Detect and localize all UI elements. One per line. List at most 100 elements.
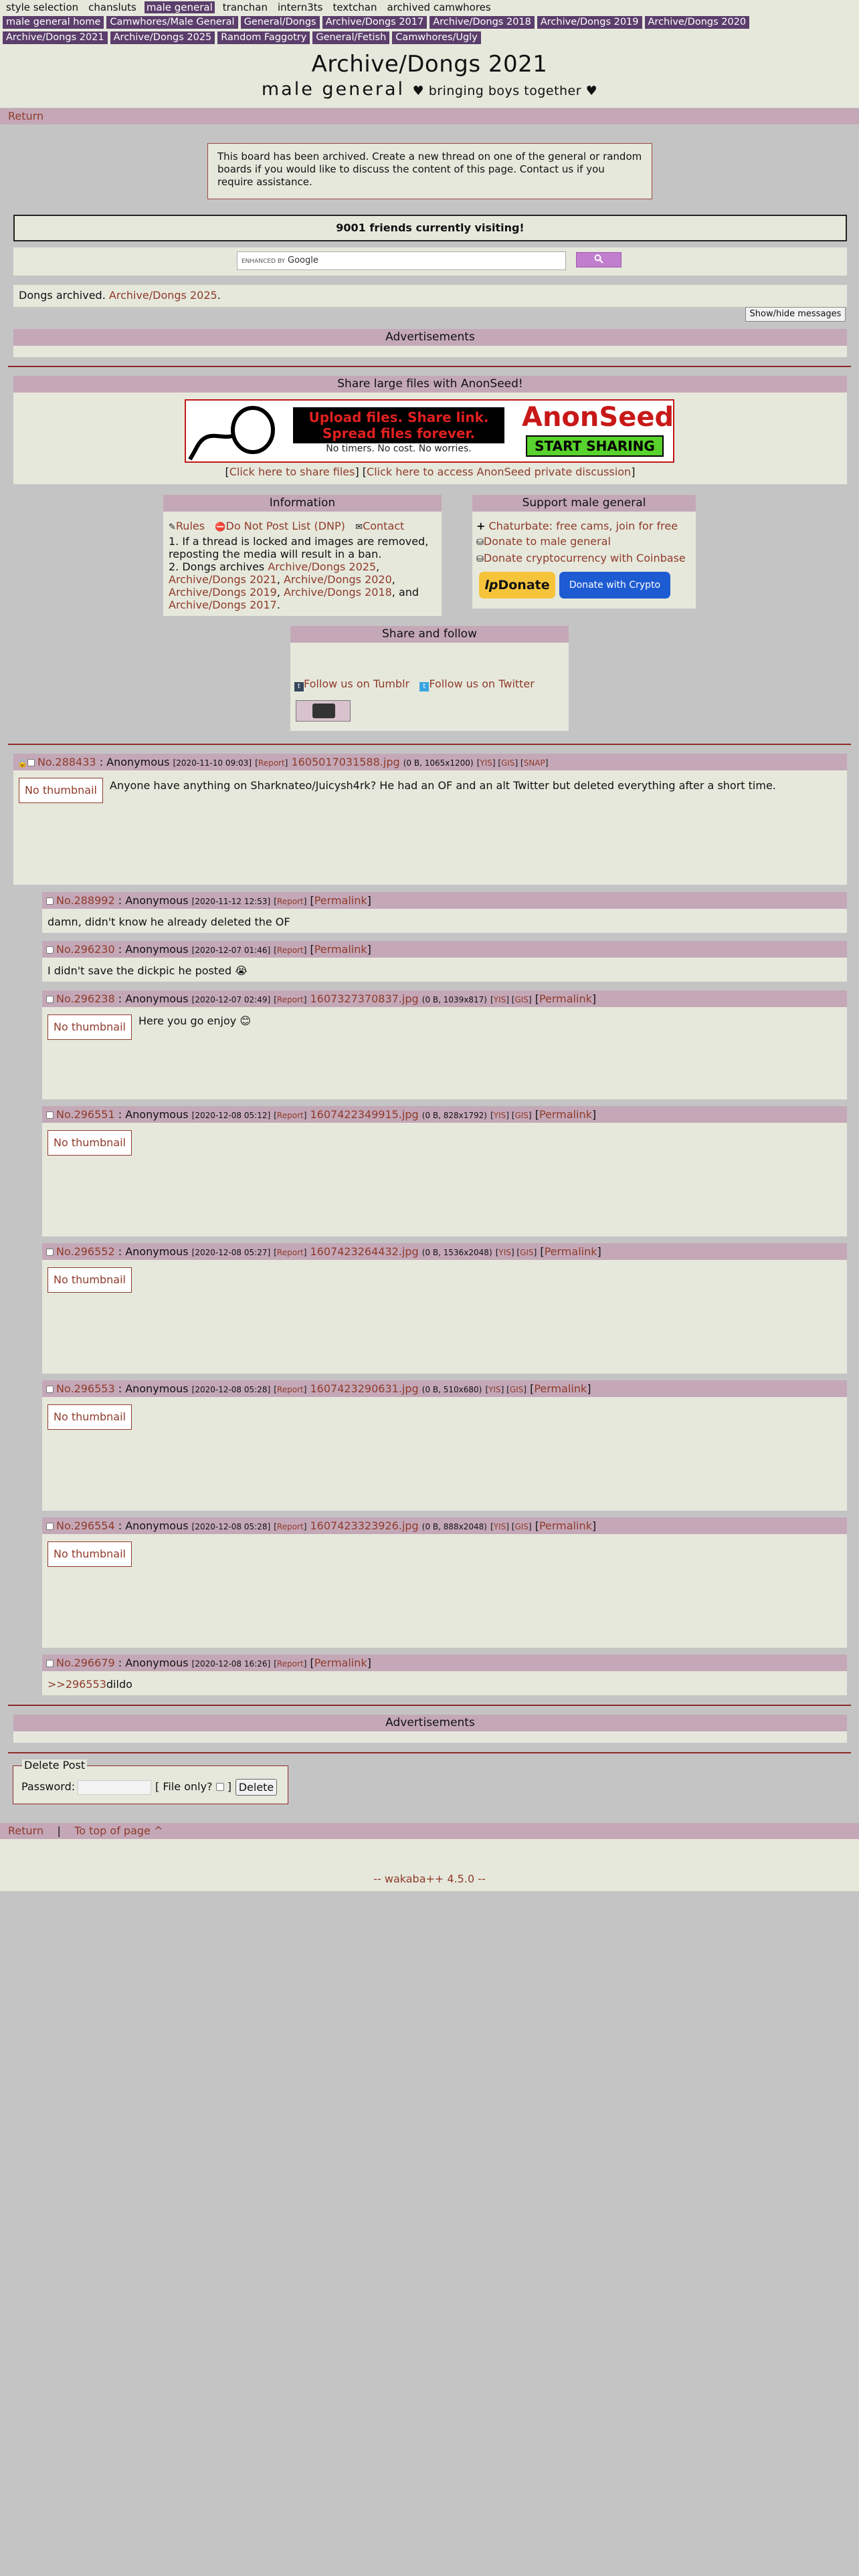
reply-permalink[interactable]: Permalink [539, 992, 592, 1005]
nav-archive-2020[interactable]: Archive/Dongs 2020 [644, 16, 750, 29]
reply-post-number[interactable]: No.296552 [56, 1245, 115, 1258]
archive-link-2025[interactable]: Archive/Dongs 2025 [268, 560, 376, 573]
nav-intern3ts[interactable]: intern3ts [276, 1, 324, 13]
anonseed-banner[interactable]: Upload files. Share link. Spread files f… [185, 399, 674, 463]
reply-checkbox[interactable] [46, 897, 54, 905]
reply-report-link[interactable]: Report [277, 1659, 304, 1669]
share-files-link[interactable]: Click here to share files [229, 465, 355, 478]
reply-checkbox[interactable] [46, 1523, 54, 1530]
share-badge-image[interactable] [296, 700, 351, 722]
twitter-link[interactable]: Follow us on Twitter [429, 677, 534, 690]
op-report-link[interactable]: Report [258, 758, 285, 768]
reply-yis-link[interactable]: YIS [494, 995, 506, 1004]
nav-general-dongs[interactable]: General/Dongs [240, 16, 320, 29]
reply-file-link[interactable]: 1607423264432.jpg [310, 1245, 418, 1258]
op-no-thumbnail[interactable]: No thumbnail [19, 778, 103, 803]
nav-male-general-home[interactable]: male general home [3, 16, 104, 29]
search-input[interactable]: ENHANCED BY Google [237, 251, 566, 270]
op-checkbox[interactable] [27, 759, 35, 766]
op-snap-link[interactable]: SNAP [524, 758, 545, 768]
reply-post-number[interactable]: No.288992 [56, 894, 115, 907]
nav-camwhores-ugly[interactable]: Camwhores/Ugly [392, 31, 481, 44]
reply-report-link[interactable]: Report [277, 1111, 304, 1120]
reply-permalink[interactable]: Permalink [539, 1519, 592, 1532]
donate-crypto-button[interactable]: Donate with Crypto [559, 572, 670, 599]
nav-archive-2021[interactable]: Archive/Dongs 2021 [3, 31, 108, 44]
reply-report-link[interactable]: Report [277, 995, 304, 1004]
nav-textchan[interactable]: textchan [330, 1, 379, 13]
nav-male-general[interactable]: male general [144, 1, 215, 13]
footer-return-link[interactable]: Return [8, 1824, 43, 1837]
nav-archive-2019[interactable]: Archive/Dongs 2019 [537, 16, 642, 29]
tumblr-link[interactable]: Follow us on Tumblr [304, 677, 409, 690]
nav-random-faggotry[interactable]: Random Faggotry [217, 31, 310, 44]
reply-permalink[interactable]: Permalink [314, 1656, 367, 1669]
password-input[interactable] [78, 1780, 151, 1795]
op-yis-link[interactable]: YIS [480, 758, 492, 768]
chaturbate-link[interactable]: Chaturbate: free cams, join for free [489, 520, 678, 532]
reply-checkbox[interactable] [46, 996, 54, 1003]
archive-link-2018[interactable]: Archive/Dongs 2018 [284, 586, 392, 599]
reply-gis-link[interactable]: GIS [520, 1248, 533, 1257]
reply-report-link[interactable]: Report [277, 897, 304, 906]
reply-permalink[interactable]: Permalink [545, 1245, 597, 1258]
op-post-number[interactable]: No.288433 [37, 756, 96, 768]
dnp-link[interactable]: Do Not Post List (DNP) [226, 520, 345, 532]
reply-gis-link[interactable]: GIS [510, 1385, 523, 1394]
reply-permalink[interactable]: Permalink [534, 1382, 587, 1395]
wakaba-link[interactable]: -- wakaba++ 4.5.0 -- [373, 1872, 486, 1885]
reply-permalink[interactable]: Permalink [314, 894, 367, 907]
reply-gis-link[interactable]: GIS [514, 1111, 528, 1120]
nav-chansluts[interactable]: chansluts [86, 1, 138, 13]
reply-file-link[interactable]: 1607423290631.jpg [310, 1382, 418, 1395]
nav-style-selection[interactable]: style selection [4, 1, 80, 13]
reply-no-thumbnail[interactable]: No thumbnail [47, 1130, 132, 1156]
reply-file-link[interactable]: 1607327370837.jpg [310, 992, 418, 1005]
reply-quote-link[interactable]: >>296553 [47, 1678, 106, 1691]
reply-permalink[interactable]: Permalink [314, 943, 367, 956]
reply-checkbox[interactable] [46, 1111, 54, 1119]
delete-button[interactable]: Delete [235, 1779, 277, 1796]
reply-file-link[interactable]: 1607422349915.jpg [310, 1108, 418, 1121]
file-only-checkbox[interactable] [215, 1783, 224, 1791]
reply-no-thumbnail[interactable]: No thumbnail [47, 1014, 132, 1040]
nav-general-fetish[interactable]: General/Fetish [312, 31, 390, 44]
coinbase-link[interactable]: Donate cryptocurrency with Coinbase [484, 552, 686, 564]
reply-report-link[interactable]: Report [277, 946, 304, 955]
reply-checkbox[interactable] [46, 1249, 54, 1256]
reply-no-thumbnail[interactable]: No thumbnail [47, 1404, 132, 1430]
archive-link-2017[interactable]: Archive/Dongs 2017 [169, 599, 277, 611]
contact-link[interactable]: Contact [363, 520, 404, 532]
top-of-page-link[interactable]: To top of page ^ [74, 1824, 163, 1837]
nav-archive-2017[interactable]: Archive/Dongs 2017 [322, 16, 427, 29]
reply-report-link[interactable]: Report [277, 1522, 304, 1531]
archive-link-2019[interactable]: Archive/Dongs 2019 [169, 586, 277, 599]
reply-post-number[interactable]: No.296554 [56, 1519, 115, 1532]
reply-post-number[interactable]: No.296551 [56, 1108, 115, 1121]
reply-no-thumbnail[interactable]: No thumbnail [47, 1267, 132, 1293]
reply-checkbox[interactable] [46, 946, 54, 954]
nav-tranchan[interactable]: tranchan [221, 1, 270, 13]
rules-link[interactable]: Rules [176, 520, 205, 532]
start-sharing-button[interactable]: START SHARING [526, 435, 664, 457]
reply-file-link[interactable]: 1607423323926.jpg [310, 1519, 418, 1532]
liberapay-donate-button[interactable]: lpDonate [479, 572, 555, 599]
reply-report-link[interactable]: Report [277, 1248, 304, 1257]
reply-report-link[interactable]: Report [277, 1385, 304, 1394]
reply-yis-link[interactable]: YIS [498, 1248, 511, 1257]
reply-no-thumbnail[interactable]: No thumbnail [47, 1541, 132, 1567]
reply-gis-link[interactable]: GIS [514, 1522, 528, 1531]
reply-yis-link[interactable]: YIS [494, 1522, 506, 1531]
reply-post-number[interactable]: No.296238 [56, 992, 115, 1005]
reply-yis-link[interactable]: YIS [494, 1111, 506, 1120]
reply-checkbox[interactable] [46, 1660, 54, 1667]
reply-yis-link[interactable]: YIS [488, 1385, 501, 1394]
nav-archive-2025[interactable]: Archive/Dongs 2025 [110, 31, 215, 44]
show-hide-messages-button[interactable]: Show/hide messages [745, 307, 846, 322]
nav-archived-camwhores[interactable]: archived camwhores [385, 1, 493, 13]
archived-link[interactable]: Archive/Dongs 2025 [109, 289, 217, 302]
reply-permalink[interactable]: Permalink [539, 1108, 592, 1121]
nav-archive-2018[interactable]: Archive/Dongs 2018 [430, 16, 535, 29]
op-gis-link[interactable]: GIS [501, 758, 514, 768]
donate-link[interactable]: Donate to male general [484, 535, 611, 548]
